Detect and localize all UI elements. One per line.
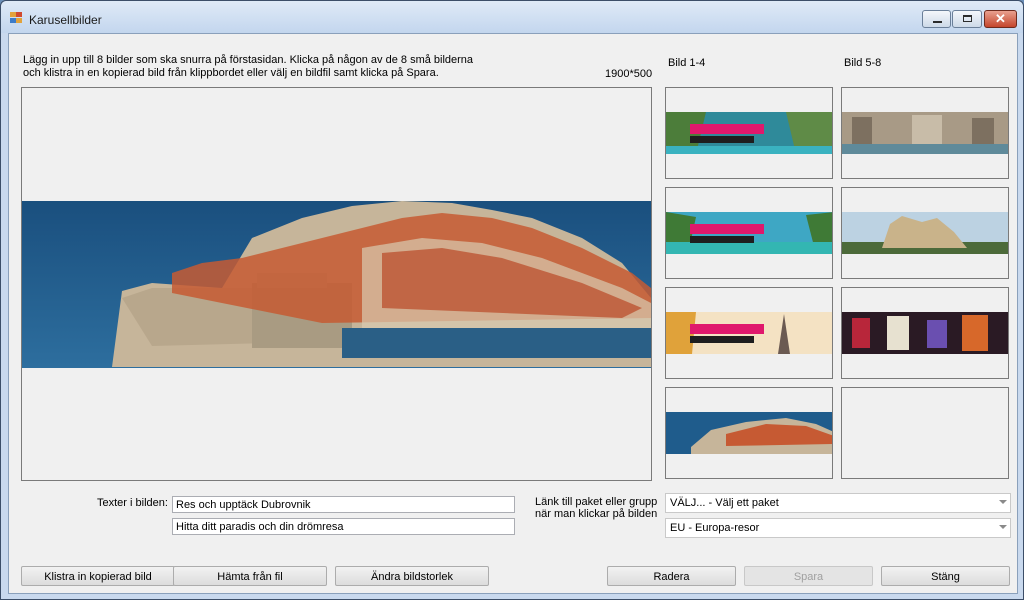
text-line-1-input[interactable]	[172, 496, 515, 513]
package-dropdown[interactable]: VÄLJ... - Välj ett paket	[665, 493, 1011, 513]
text-line-2-input[interactable]	[172, 518, 515, 535]
thumbnail-8-empty[interactable]	[841, 387, 1009, 479]
group-dropdown-value: EU - Europa-resor	[670, 522, 760, 534]
resize-image-button[interactable]: Ändra bildstorlek	[335, 566, 489, 586]
thumbnail-6[interactable]	[841, 187, 1009, 279]
save-button[interactable]: Spara	[744, 566, 873, 586]
thumbnail-7[interactable]	[841, 287, 1009, 379]
chevron-down-icon	[999, 500, 1007, 504]
group-dropdown[interactable]: EU - Europa-resor	[665, 518, 1011, 538]
minimize-icon	[933, 21, 942, 23]
title-bar[interactable]: Karusellbilder ✕	[1, 1, 1023, 33]
thumbnail-5-image	[842, 112, 1008, 154]
image-preview[interactable]	[21, 87, 652, 481]
thumbnail-3[interactable]	[665, 287, 833, 379]
close-button[interactable]: Stäng	[881, 566, 1010, 586]
thumbnail-5[interactable]	[841, 87, 1009, 179]
instructions-text: Lägg in upp till 8 bilder som ska snurra…	[23, 54, 474, 79]
thumbnail-3-image	[666, 312, 832, 354]
maximize-button[interactable]	[952, 10, 982, 28]
dimensions-label: 1900*500	[605, 68, 653, 80]
delete-button[interactable]: Radera	[607, 566, 736, 586]
link-label-line2: när man klickar på bilden	[535, 508, 658, 520]
group-label-5-8: Bild 5-8	[844, 57, 882, 69]
thumbnail-7-image	[842, 312, 1008, 354]
thumbnail-6-image	[842, 212, 1008, 254]
thumbnail-1[interactable]	[665, 87, 833, 179]
app-icon	[10, 12, 22, 23]
thumbnail-4-image	[666, 412, 832, 454]
group-label-1-4: Bild 1-4	[668, 57, 706, 69]
texts-label: Texter i bilden:	[97, 497, 168, 509]
form-client-area: Lägg in upp till 8 bilder som ska snurra…	[8, 33, 1018, 594]
dubrovnik-preview-image	[22, 201, 651, 368]
minimize-button[interactable]	[922, 10, 951, 28]
thumbnail-2[interactable]	[665, 187, 833, 279]
paste-image-button[interactable]: Klistra in kopierad bild	[21, 566, 175, 586]
maximize-icon	[963, 15, 972, 22]
link-label-line1: Länk till paket eller grupp	[535, 496, 658, 508]
close-icon: ✕	[995, 11, 1006, 26]
thumbnail-1-image	[666, 112, 832, 154]
thumbnail-4[interactable]	[665, 387, 833, 479]
thumbnail-2-image	[666, 212, 832, 254]
window-title: Karusellbilder	[29, 13, 102, 27]
chevron-down-icon	[999, 525, 1007, 529]
package-dropdown-value: VÄLJ... - Välj ett paket	[670, 497, 779, 509]
load-from-file-button[interactable]: Hämta från fil	[173, 566, 327, 586]
close-window-button[interactable]: ✕	[984, 10, 1017, 28]
app-window: Karusellbilder ✕ Lägg in upp till 8 bild…	[0, 0, 1024, 600]
